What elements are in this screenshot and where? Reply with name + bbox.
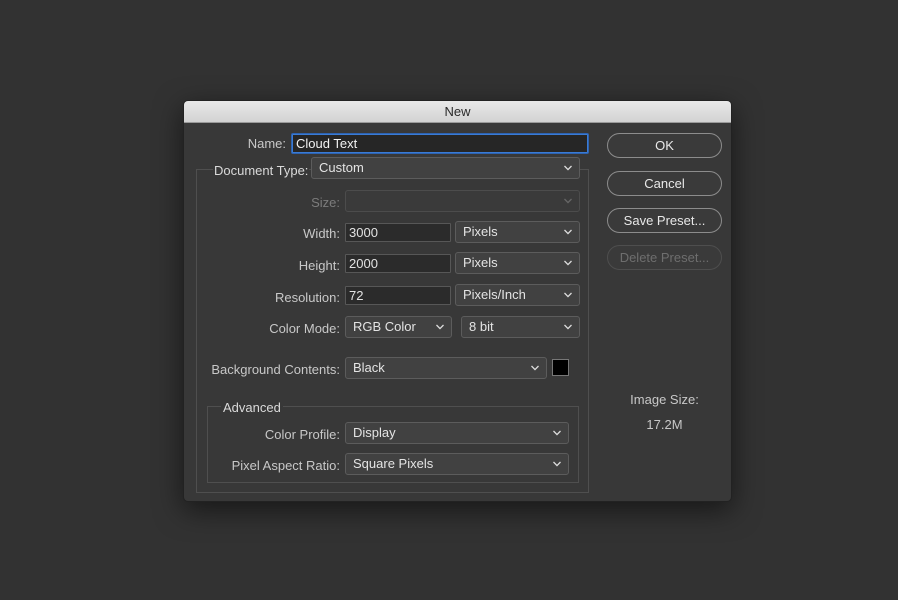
height-unit-select[interactable]: Pixels <box>455 252 580 274</box>
chevron-down-icon <box>530 358 540 378</box>
color-profile-value: Display <box>353 425 396 440</box>
name-input[interactable] <box>292 134 588 153</box>
background-contents-select[interactable]: Black <box>345 357 547 379</box>
cancel-button[interactable]: Cancel <box>607 171 722 196</box>
chevron-down-icon <box>563 253 573 273</box>
size-label: Size: <box>311 195 340 210</box>
chevron-down-icon <box>563 191 573 211</box>
color-mode-label: Color Mode: <box>269 321 340 336</box>
pixel-aspect-ratio-label: Pixel Aspect Ratio: <box>231 458 340 473</box>
color-mode-select[interactable]: RGB Color <box>345 316 452 338</box>
background-color-swatch[interactable] <box>552 359 569 376</box>
color-profile-label: Color Profile: <box>264 427 340 442</box>
width-unit-select[interactable]: Pixels <box>455 221 580 243</box>
chevron-down-icon <box>552 423 562 443</box>
height-unit-value: Pixels <box>463 255 498 270</box>
width-input[interactable] <box>345 223 451 242</box>
resolution-label: Resolution: <box>274 290 340 305</box>
background-contents-value: Black <box>353 360 385 375</box>
bit-depth-value: 8 bit <box>469 319 494 334</box>
save-preset-button[interactable]: Save Preset... <box>607 208 722 233</box>
color-mode-value: RGB Color <box>353 319 416 334</box>
name-label: Name: <box>247 136 286 151</box>
chevron-down-icon <box>435 317 445 337</box>
delete-preset-button: Delete Preset... <box>607 245 722 270</box>
background-contents-label: Background Contents: <box>211 362 340 377</box>
size-select <box>345 190 580 212</box>
height-label: Height: <box>298 258 340 273</box>
width-unit-value: Pixels <box>463 224 498 239</box>
new-document-dialog: New Name: Document Type: Custom Size: Wi… <box>183 100 732 502</box>
image-size-label: Image Size: <box>630 392 699 407</box>
ok-button[interactable]: OK <box>607 133 722 158</box>
document-type-select[interactable]: Custom <box>311 157 580 179</box>
color-profile-select[interactable]: Display <box>345 422 569 444</box>
chevron-down-icon <box>563 317 573 337</box>
height-input[interactable] <box>345 254 451 273</box>
resolution-unit-select[interactable]: Pixels/Inch <box>455 284 580 306</box>
dialog-title: New <box>184 101 731 123</box>
resolution-input[interactable] <box>345 286 451 305</box>
chevron-down-icon <box>552 454 562 474</box>
chevron-down-icon <box>563 158 573 178</box>
chevron-down-icon <box>563 285 573 305</box>
resolution-unit-value: Pixels/Inch <box>463 287 526 302</box>
bit-depth-select[interactable]: 8 bit <box>461 316 580 338</box>
pixel-aspect-ratio-select[interactable]: Square Pixels <box>345 453 569 475</box>
document-type-value: Custom <box>319 160 364 175</box>
document-type-label: Document Type: <box>213 163 310 178</box>
pixel-aspect-ratio-value: Square Pixels <box>353 456 434 471</box>
image-size-value: 17.2M <box>646 417 683 432</box>
chevron-down-icon <box>563 222 573 242</box>
width-label: Width: <box>303 226 340 241</box>
advanced-title: Advanced <box>221 400 283 415</box>
